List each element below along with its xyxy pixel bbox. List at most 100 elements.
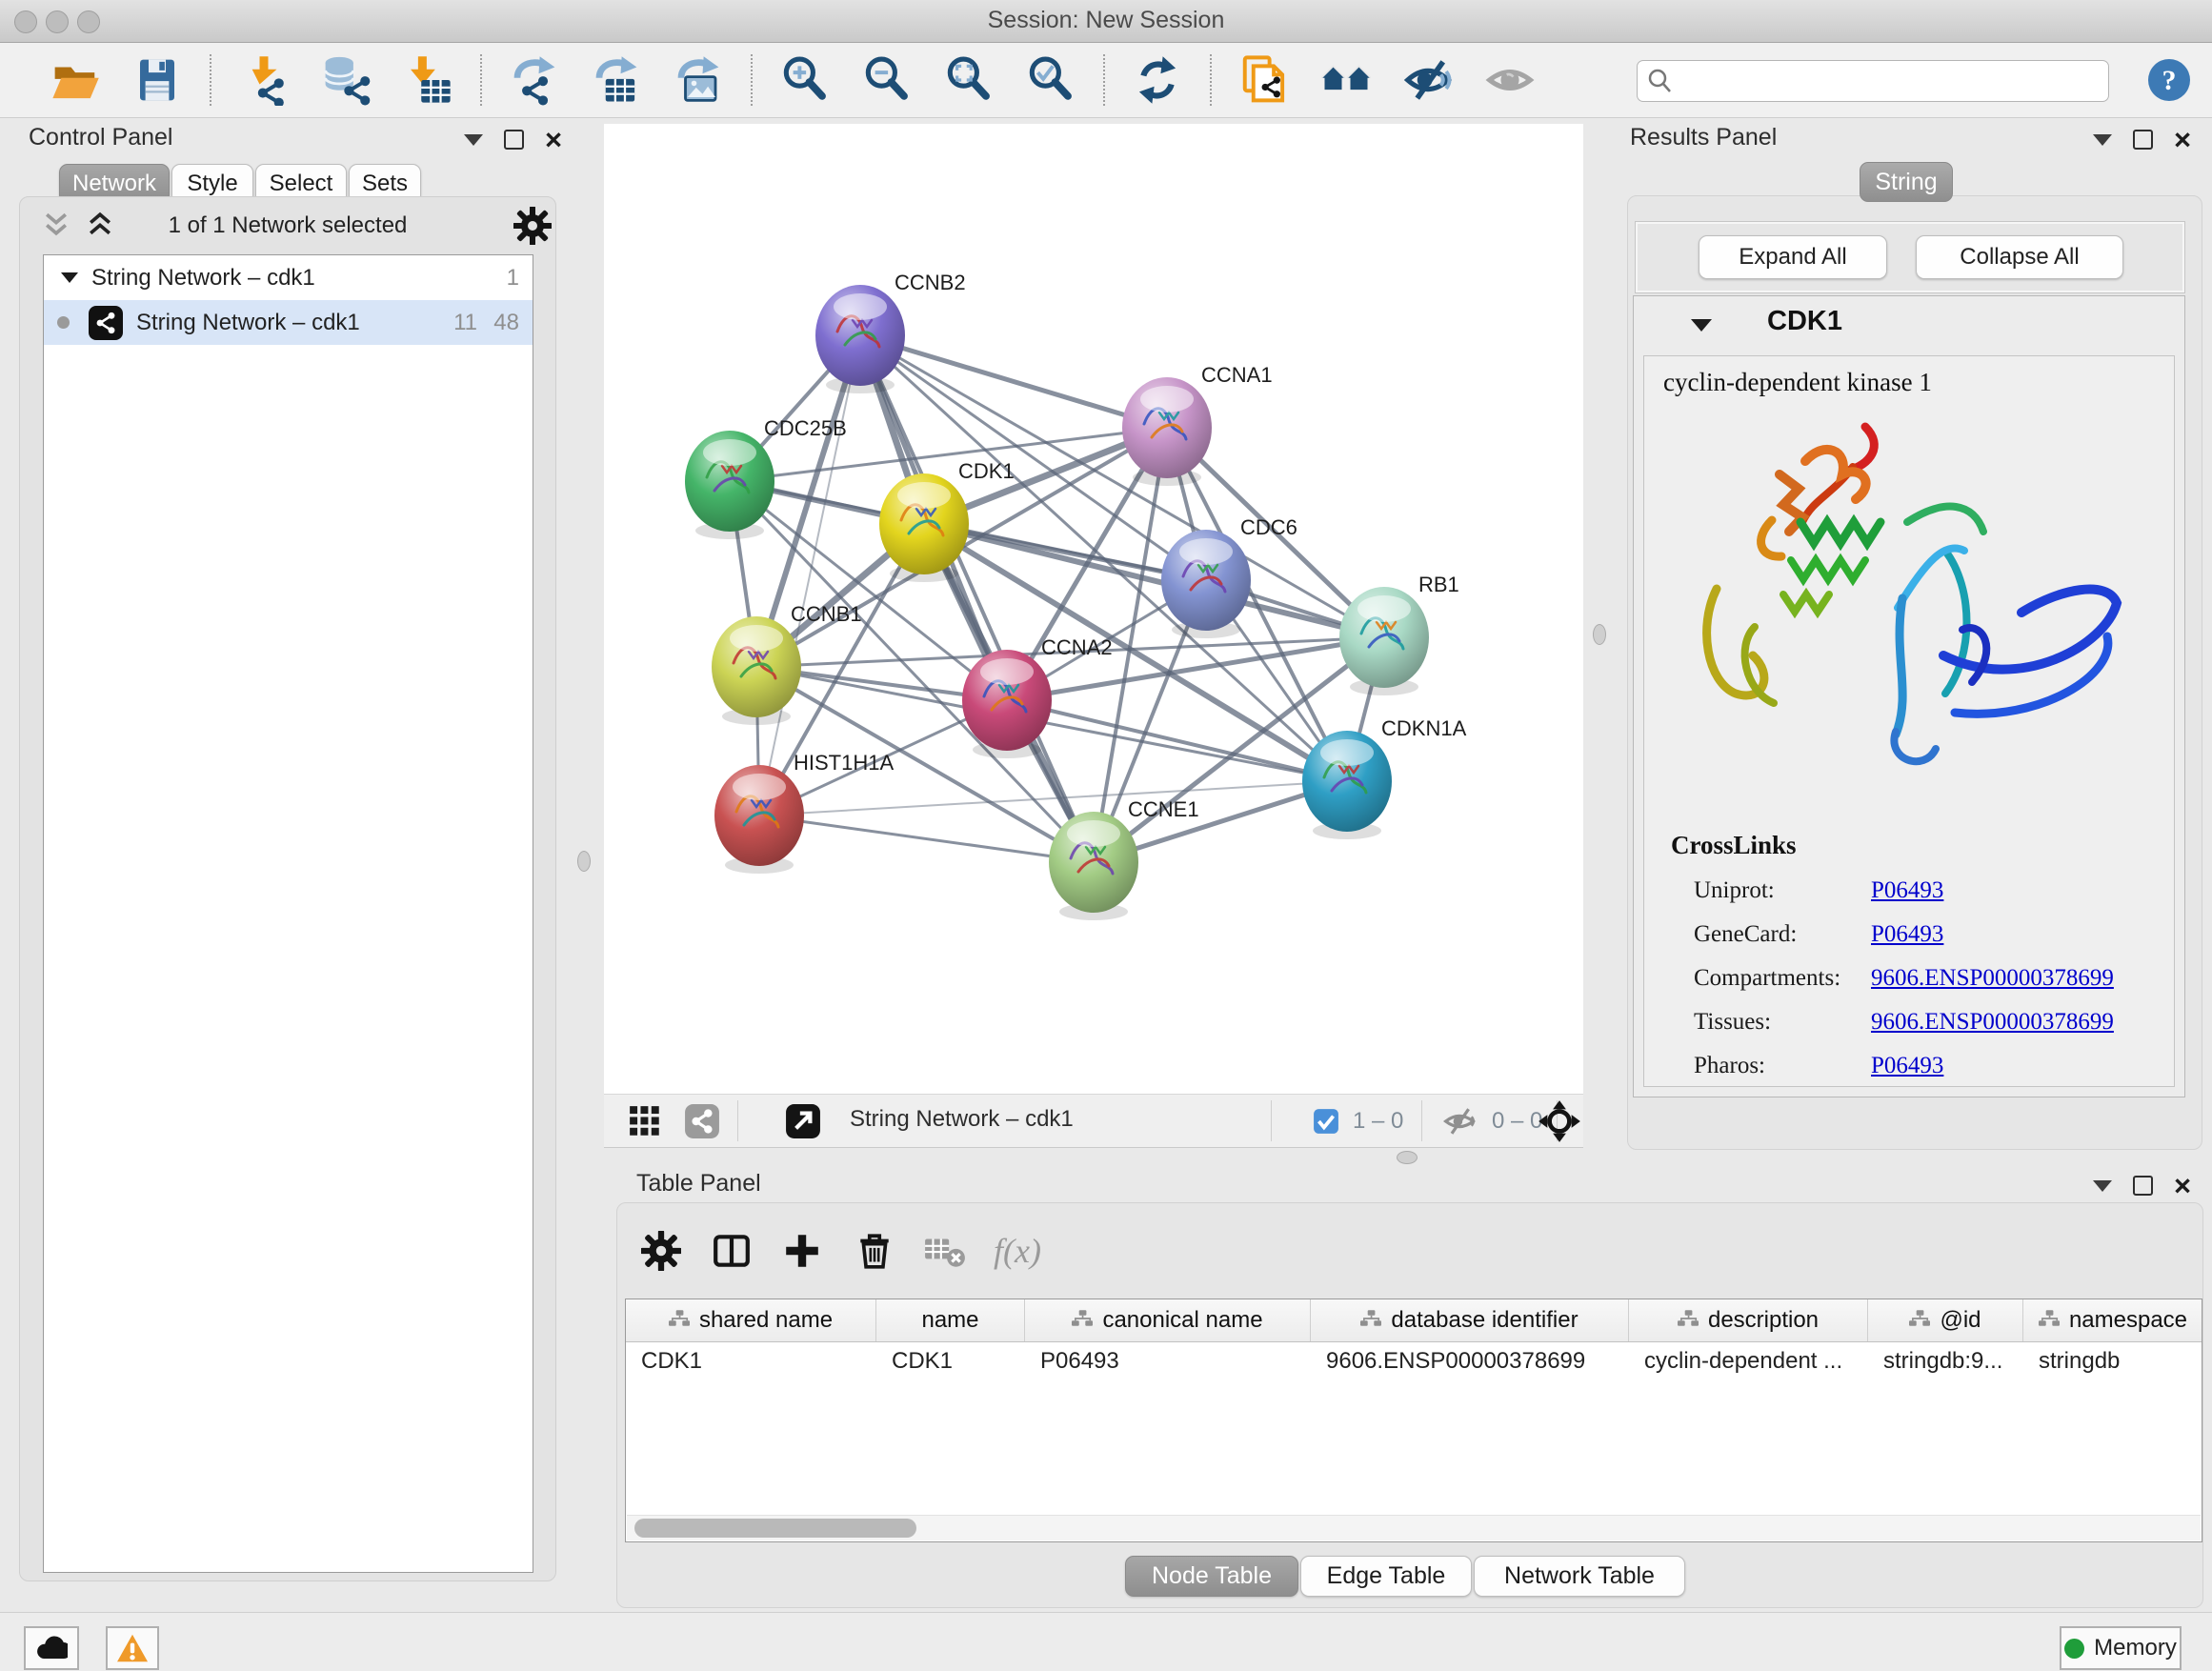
network-status-dot <box>57 316 70 329</box>
birdseye-toggle-icon[interactable] <box>1538 1099 1581 1143</box>
detach-view-icon[interactable] <box>785 1103 821 1139</box>
export-image-button[interactable] <box>671 52 726 108</box>
scrollbar-thumb[interactable] <box>634 1519 916 1538</box>
tab-string[interactable]: String <box>1860 162 1953 202</box>
gene-description: cyclin-dependent kinase 1 <box>1644 356 2174 397</box>
cell-description[interactable]: cyclin-dependent ... <box>1629 1342 1868 1380</box>
memory-button[interactable]: Memory <box>2060 1626 2182 1670</box>
export-network-button[interactable] <box>507 52 562 108</box>
hidden-count: 0 – 0 <box>1492 1108 1542 1135</box>
network-options-gear-icon[interactable] <box>513 207 552 250</box>
svg-text:?: ? <box>2162 65 2177 96</box>
first-neighbors-button[interactable] <box>1237 52 1292 108</box>
cloud-icon <box>35 1636 68 1661</box>
tab-edge-table[interactable]: Edge Table <box>1300 1556 1472 1597</box>
collapse-all-button[interactable]: Collapse All <box>1916 235 2123 279</box>
column-header-shared-name[interactable]: shared name <box>626 1299 876 1341</box>
open-session-button[interactable] <box>48 52 103 108</box>
import-network-from-file-icon <box>238 54 290 106</box>
zoom-in-button[interactable] <box>777 52 833 108</box>
cell-shared-name[interactable]: CDK1 <box>626 1342 876 1380</box>
cell-namespace[interactable]: stringdb <box>2023 1342 2202 1380</box>
right-splitter-handle[interactable] <box>1593 624 1606 645</box>
crosslink-link[interactable]: 9606.ENSP00000378699 <box>1871 965 2114 992</box>
save-session-button[interactable] <box>130 52 185 108</box>
node-rb1[interactable]: RB1 <box>1339 573 1459 695</box>
column-header--id[interactable]: @id <box>1868 1299 2023 1341</box>
grid-view-icon[interactable] <box>629 1105 661 1137</box>
import-network-from-database-button[interactable] <box>318 52 373 108</box>
toolbar-separator <box>480 54 482 106</box>
node-ccna1[interactable]: CCNA1 <box>1122 363 1273 486</box>
hide-selected-button[interactable] <box>1400 52 1456 108</box>
zoom-out-button[interactable] <box>859 52 915 108</box>
birdseye-view-button[interactable] <box>1318 52 1374 108</box>
table-panel-float-icon[interactable] <box>2133 1176 2153 1196</box>
export-image-icon <box>673 54 724 106</box>
results-panel-float-icon[interactable] <box>2133 130 2153 150</box>
node-label: CDK1 <box>958 459 1015 483</box>
cell-database-identifier[interactable]: 9606.ENSP00000378699 <box>1311 1342 1629 1380</box>
expand-all-button[interactable]: Expand All <box>1699 235 1887 279</box>
show-all-button[interactable] <box>1482 52 1538 108</box>
column-header-name[interactable]: name <box>876 1299 1025 1341</box>
import-table-from-file-button[interactable] <box>400 52 455 108</box>
network-canvas[interactable]: CCNB2 CCNA1 CDC25B CDK1 CDC6 R <box>604 124 1583 1094</box>
gene-card-expander-icon[interactable] <box>1691 319 1712 332</box>
results-panel-title: Results Panel <box>1630 124 1777 151</box>
network-badge-icon[interactable] <box>684 1103 720 1139</box>
table-row[interactable]: CDK1CDK1P064939606.ENSP00000378699cyclin… <box>626 1342 2202 1380</box>
tab-node-table[interactable]: Node Table <box>1125 1556 1298 1597</box>
node-label: CCNA1 <box>1201 363 1273 387</box>
column-header-database-identifier[interactable]: database identifier <box>1311 1299 1629 1341</box>
zoom-selected-button[interactable] <box>1023 52 1078 108</box>
import-network-from-file-button[interactable] <box>236 52 292 108</box>
results-panel-menu-icon[interactable] <box>2093 134 2112 146</box>
left-splitter-handle[interactable] <box>577 851 591 872</box>
column-header-description[interactable]: description <box>1629 1299 1868 1341</box>
zoom-fit-button[interactable] <box>941 52 996 108</box>
collection-expander-icon[interactable] <box>61 272 78 283</box>
tab-network-table[interactable]: Network Table <box>1474 1556 1685 1597</box>
results-panel-close-icon[interactable]: × <box>2174 131 2191 150</box>
crosslink-link[interactable]: P06493 <box>1871 877 1943 904</box>
node-label: CCNA2 <box>1041 635 1113 659</box>
selected-checkbox-icon[interactable] <box>1313 1108 1339 1135</box>
column-header-canonical-name[interactable]: canonical name <box>1025 1299 1311 1341</box>
node-cdkn1a[interactable]: CDKN1A <box>1302 716 1467 839</box>
hidden-eye-icon[interactable] <box>1440 1106 1478 1137</box>
export-table-button[interactable] <box>589 52 644 108</box>
cell-name[interactable]: CDK1 <box>876 1342 1025 1380</box>
cell--id[interactable]: stringdb:9... <box>1868 1342 2023 1380</box>
network-row[interactable]: String Network – cdk1 11 48 <box>44 300 533 345</box>
column-header-namespace[interactable]: namespace <box>2023 1299 2202 1341</box>
network-collection-row[interactable]: String Network – cdk1 1 <box>44 255 533 300</box>
zoom-out-icon <box>861 54 913 106</box>
bottom-splitter-handle[interactable] <box>1397 1151 1418 1164</box>
table-panel-title: Table Panel <box>636 1170 761 1198</box>
node-ccnb2[interactable]: CCNB2 <box>815 271 966 393</box>
refresh-view-button[interactable] <box>1130 52 1185 108</box>
table-panel-menu-icon[interactable] <box>2093 1180 2112 1192</box>
table-horizontal-scrollbar[interactable] <box>627 1515 2201 1540</box>
node-label: HIST1H1A <box>794 751 894 775</box>
crosslink-link[interactable]: 9606.ENSP00000378699 <box>1871 1009 2114 1036</box>
crosslink-link[interactable]: P06493 <box>1871 1053 1943 1079</box>
column-label: description <box>1708 1307 1819 1334</box>
cloud-status-button[interactable] <box>24 1626 79 1670</box>
crosslink-link[interactable]: P06493 <box>1871 921 1943 948</box>
zoom-fit-icon <box>943 54 995 106</box>
control-panel-close-icon[interactable]: × <box>545 131 562 150</box>
cell-canonical-name[interactable]: P06493 <box>1025 1342 1311 1380</box>
delete-column-button[interactable] <box>848 1224 901 1278</box>
warning-status-button[interactable] <box>106 1626 159 1670</box>
help-button[interactable]: ? <box>2146 57 2192 103</box>
toggle-columns-button[interactable] <box>705 1224 758 1278</box>
control-panel-float-icon[interactable] <box>504 130 524 150</box>
table-settings-button[interactable] <box>634 1224 688 1278</box>
search-input[interactable] <box>1681 67 2108 95</box>
control-panel-menu-icon[interactable] <box>464 134 483 146</box>
table-panel-close-icon[interactable]: × <box>2174 1177 2191 1196</box>
add-column-button[interactable] <box>775 1224 829 1278</box>
search-field[interactable] <box>1637 60 2109 102</box>
